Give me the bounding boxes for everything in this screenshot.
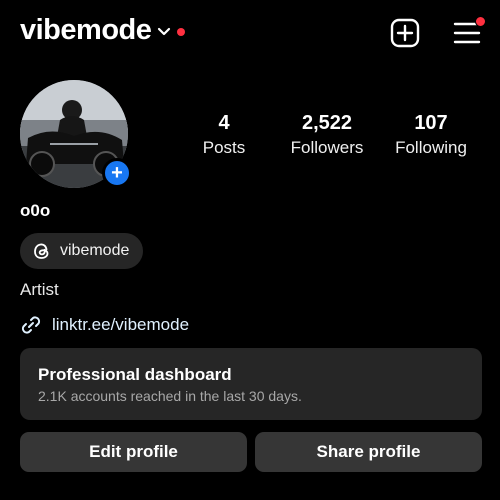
threads-badge[interactable]: vibemode [20, 233, 144, 269]
followers-count[interactable]: 2,522 Followers [282, 112, 372, 158]
following-count[interactable]: 107 Following [386, 112, 476, 158]
bio-link[interactable]: linktr.ee/vibemode [20, 314, 189, 336]
link-icon [21, 316, 41, 334]
add-story-button[interactable]: + [102, 158, 132, 188]
profile-header: vibemode [0, 0, 500, 66]
create-post-button[interactable] [390, 18, 420, 48]
display-name: o0o [20, 201, 51, 220]
chevron-down-icon [157, 24, 171, 42]
posts-label: Posts [202, 138, 246, 157]
following-value: 107 [414, 112, 448, 134]
profile-avatar[interactable]: + [20, 80, 132, 190]
username-title: vibemode [20, 14, 152, 46]
edit-profile-button[interactable]: Edit profile [20, 432, 247, 472]
followers-label: Followers [290, 138, 364, 157]
posts-count[interactable]: 4 Posts [194, 112, 254, 158]
menu-button[interactable] [453, 16, 486, 48]
following-label: Following [395, 138, 467, 157]
account-switcher[interactable]: vibemode [20, 14, 186, 47]
profile-category: Artist [20, 280, 59, 299]
link-text: linktr.ee/vibemode [52, 315, 190, 334]
professional-dashboard-card[interactable]: Professional dashboard 2.1K accounts rea… [20, 348, 482, 420]
plus-icon: + [111, 162, 123, 184]
menu-notification-dot [475, 16, 486, 27]
posts-value: 4 [218, 112, 230, 134]
plus-square-icon [390, 18, 420, 48]
notification-dot [177, 27, 186, 36]
share-profile-button[interactable]: Share profile [255, 432, 482, 472]
dashboard-title: Professional dashboard [38, 365, 232, 384]
dashboard-subtitle: 2.1K accounts reached in the last 30 day… [38, 388, 302, 404]
followers-value: 2,522 [301, 112, 353, 134]
threads-label: vibemode [60, 242, 130, 259]
threads-icon [34, 243, 49, 259]
